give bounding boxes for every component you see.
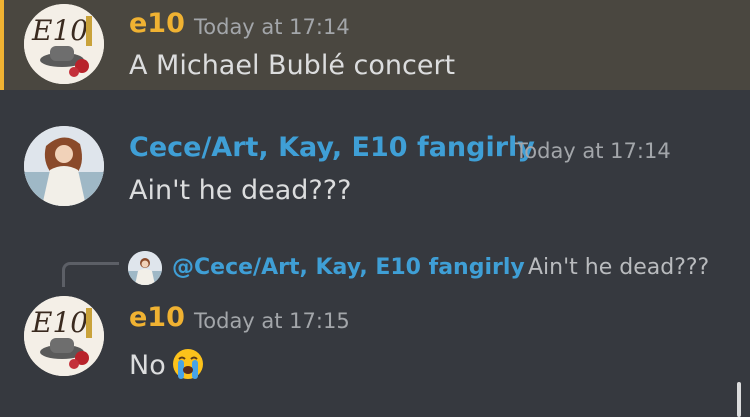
message-content: No: [129, 348, 204, 381]
username[interactable]: e10: [129, 302, 185, 333]
reply-avatar: [128, 251, 162, 285]
reply-connector: [62, 262, 119, 287]
timestamp: Today at 17:15: [194, 309, 350, 333]
reply-mention[interactable]: @Cece/Art, Kay, E10 fangirly: [172, 255, 525, 280]
message-text: A Michael Bublé concert: [129, 50, 456, 81]
cece-avatar[interactable]: [24, 126, 104, 206]
username[interactable]: Cece/Art, Kay, E10 fangirly: [129, 132, 535, 163]
message-2[interactable]: Cece/Art, Kay, E10 fangirly Today at 17:…: [0, 90, 750, 230]
message-1[interactable]: E10 e10 Today at 17:14 A Michael Bublé c…: [0, 0, 750, 90]
message-text: No: [129, 350, 166, 381]
timestamp: Today at 17:14: [515, 139, 671, 163]
svg-text:E10: E10: [31, 306, 88, 339]
message-text: Ain't he dead???: [129, 175, 352, 206]
e10-avatar[interactable]: E10: [24, 4, 104, 84]
e10-avatar[interactable]: E10: [24, 296, 104, 376]
loudly-crying-face-icon: [172, 348, 204, 380]
message-3[interactable]: E10 e10 Today at 17:15 No: [0, 290, 750, 417]
timestamp: Today at 17:14: [194, 15, 350, 39]
svg-text:E10: E10: [31, 14, 88, 47]
username[interactable]: e10: [129, 8, 185, 39]
reply-preview-text[interactable]: Ain't he dead???: [528, 255, 709, 280]
scrollbar[interactable]: [737, 382, 741, 417]
